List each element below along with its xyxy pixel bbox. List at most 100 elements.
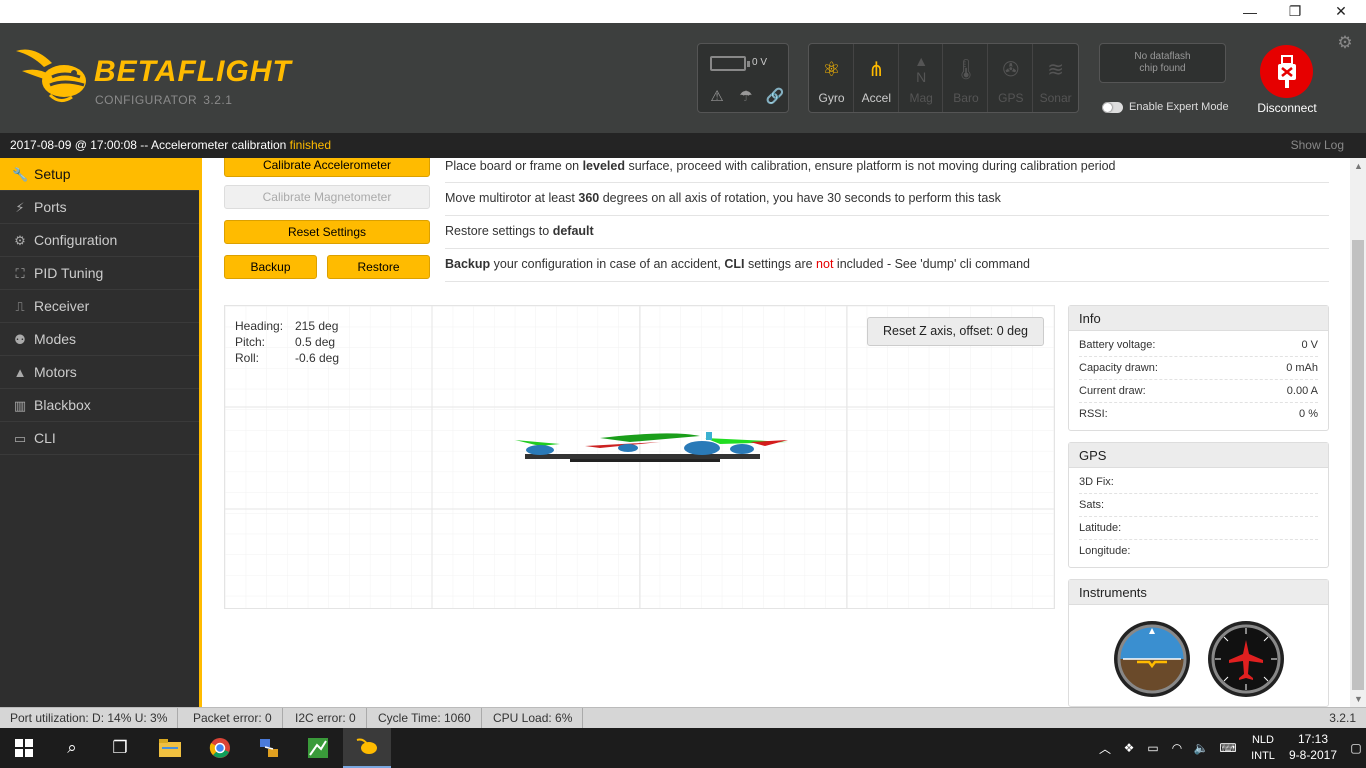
divider bbox=[445, 215, 1329, 216]
tray-chevron-up-icon[interactable]: ︿ bbox=[1096, 728, 1114, 768]
close-button[interactable]: ✕ bbox=[1318, 0, 1364, 23]
backup-description: Backup your configuration in case of an … bbox=[445, 257, 1030, 271]
usb-plug-icon bbox=[1277, 54, 1296, 88]
disconnect-button[interactable] bbox=[1260, 45, 1313, 98]
reset-z-axis-button[interactable]: Reset Z axis, offset: 0 deg bbox=[867, 317, 1044, 346]
sensor-mag: ▲ N Mag bbox=[899, 44, 944, 112]
scroll-up-icon[interactable]: ▲ bbox=[1354, 161, 1363, 171]
tray-battery-icon[interactable]: ▭ bbox=[1142, 728, 1164, 768]
divider bbox=[445, 281, 1329, 282]
calibrate-accelerometer-button[interactable]: Calibrate Accelerometer bbox=[224, 158, 430, 177]
cpu-load: CPU Load: 6% bbox=[483, 708, 584, 728]
task-view-icon[interactable]: ❐ bbox=[96, 728, 144, 768]
info-row: Current draw: 0.00 A bbox=[1079, 380, 1318, 403]
maps-app-icon[interactable] bbox=[294, 728, 342, 768]
restore-button[interactable]: ❐ bbox=[1272, 0, 1318, 23]
disconnect-label[interactable]: Disconnect bbox=[1247, 101, 1327, 115]
sidebar-item-blackbox[interactable]: ▥ Blackbox bbox=[0, 389, 199, 422]
sidebar-item-cli[interactable]: ▭ CLI bbox=[0, 422, 199, 455]
windows-start-icon[interactable] bbox=[0, 728, 48, 768]
failsafe-parachute-icon: ☂ bbox=[739, 88, 753, 105]
sonar-icon: ≋ bbox=[1047, 58, 1065, 81]
sidebar-item-modes[interactable]: ⚉ Modes bbox=[0, 323, 199, 356]
bee-logo-icon bbox=[16, 49, 86, 102]
info-panel: Info Battery voltage: 0 V Capacity drawn:… bbox=[1068, 305, 1329, 431]
sidebar-item-configuration[interactable]: ⚙ Configuration bbox=[0, 224, 199, 257]
info-row: Capacity drawn: 0 mAh bbox=[1079, 357, 1318, 380]
attitude-readout: Heading: 215 deg Pitch: 0.5 deg Roll: -0.6 … bbox=[235, 319, 340, 365]
tray-dropbox-icon[interactable]: ❖ bbox=[1118, 728, 1140, 768]
sidebar-item-pid-tuning[interactable]: ⛶ PID Tuning bbox=[0, 257, 199, 290]
mag-icon: ▲ N bbox=[914, 53, 929, 85]
expert-mode-toggle[interactable]: Enable Expert Mode bbox=[1102, 100, 1229, 114]
settings-gear-icon[interactable]: ⚙ bbox=[1335, 33, 1355, 53]
sidebar-item-motors[interactable]: ▲ Motors bbox=[0, 356, 199, 389]
heading-indicator-icon bbox=[1208, 621, 1284, 697]
quadcopter-model bbox=[515, 432, 788, 462]
i2c-error: I2C error: 0 bbox=[285, 708, 367, 728]
sensor-status: ⚛ Gyro ⋔ Accel ▲ N Mag 🌡 Baro ✇ GPS ≋ Son… bbox=[808, 43, 1079, 113]
sensor-baro: 🌡 Baro bbox=[943, 44, 989, 112]
scroll-thumb[interactable] bbox=[1352, 240, 1364, 690]
action-center-icon[interactable]: ▢ bbox=[1346, 728, 1366, 768]
app-version: 3.2.1 bbox=[203, 93, 233, 107]
file-explorer-icon[interactable] bbox=[146, 728, 194, 768]
cycle-time: Cycle Time: 1060 bbox=[368, 708, 482, 728]
calibrate-magnetometer-button[interactable]: Calibrate Magnetometer bbox=[224, 185, 430, 209]
accel-icon: ⋔ bbox=[867, 58, 885, 81]
app-name: BETAFLIGHT bbox=[94, 55, 292, 88]
link-icon: 🔗 bbox=[765, 88, 785, 105]
show-log-link[interactable]: Show Log bbox=[1291, 133, 1344, 158]
gps-row: Longitude: bbox=[1079, 545, 1131, 557]
minimize-button[interactable]: — bbox=[1227, 0, 1273, 23]
scroll-down-icon[interactable]: ▼ bbox=[1354, 694, 1363, 704]
terminal-icon: ▭ bbox=[13, 430, 27, 446]
info-row: Battery voltage: 0 V bbox=[1079, 334, 1318, 357]
instruments-panel: Instruments bbox=[1068, 579, 1329, 707]
battery-status: 0 V ⚠ ☂ 🔗 bbox=[697, 43, 789, 113]
log-status: finished bbox=[289, 138, 332, 152]
tray-wifi-icon[interactable]: ◠ bbox=[1166, 728, 1188, 768]
info-panel-title: Info bbox=[1069, 306, 1328, 331]
taskbar-clock[interactable]: 17:13 9-8-2017 bbox=[1283, 731, 1343, 763]
sensor-gps: ✇ GPS bbox=[988, 44, 1034, 112]
calibrate-mag-description: Move multirotor at least 360 degrees on … bbox=[445, 191, 1001, 205]
input-language[interactable]: NLD INTL bbox=[1246, 732, 1280, 764]
instruments-panel-title: Instruments bbox=[1069, 580, 1328, 605]
search-icon[interactable]: ⌕ bbox=[48, 728, 96, 768]
heading-value: 215 deg bbox=[295, 319, 339, 333]
backup-button[interactable]: Backup bbox=[224, 255, 317, 279]
reset-settings-button[interactable]: Reset Settings bbox=[224, 220, 430, 244]
clock-time: 17:13 bbox=[1297, 732, 1329, 746]
log-message: 2017-08-09 @ 17:00:08 -- Accelerometer c… bbox=[10, 138, 290, 152]
gps-icon: ✇ bbox=[1002, 58, 1020, 81]
packet-error: Packet error: 0 bbox=[183, 708, 283, 728]
wrench-icon: 🔧 bbox=[12, 166, 29, 182]
gps-panel: GPS 3D Fix: Sats: Latitude: Longitude: bbox=[1068, 442, 1329, 568]
chrome-icon[interactable] bbox=[196, 728, 244, 768]
sidebar: 🔧 Setup ⚡ Ports ⚙ Configuration ⛶ PID Tuning… bbox=[0, 158, 202, 707]
blackbox-icon: ▥ bbox=[13, 397, 27, 413]
reset-settings-description: Restore settings to default bbox=[445, 224, 594, 238]
divider bbox=[445, 248, 1329, 249]
log-bar: 2017-08-09 @ 17:00:08 -- Accelerometer c… bbox=[0, 133, 1366, 158]
tray-volume-icon[interactable]: 🔈 bbox=[1190, 728, 1212, 768]
model-3d-view[interactable]: Heading: 215 deg Pitch: 0.5 deg Roll: -0.6 … bbox=[224, 305, 1055, 609]
pitch-value: 0.5 deg bbox=[295, 335, 336, 349]
sidebar-item-ports[interactable]: ⚡ Ports bbox=[0, 191, 199, 224]
vertical-scrollbar[interactable]: ▲ ▼ bbox=[1350, 158, 1366, 707]
sidebar-item-receiver[interactable]: ⎍ Receiver bbox=[0, 290, 199, 323]
betaflight-taskbar-icon[interactable] bbox=[343, 728, 391, 768]
warning-icon: ⚠ bbox=[710, 88, 724, 105]
gps-row: 3D Fix: bbox=[1079, 471, 1318, 494]
battery-icon bbox=[710, 56, 750, 71]
gps-row: Latitude: bbox=[1079, 517, 1318, 540]
toggle-switch[interactable] bbox=[1102, 101, 1123, 113]
restore-button[interactable]: Restore bbox=[327, 255, 430, 279]
tray-keyboard-icon[interactable]: ⌨ bbox=[1215, 728, 1241, 768]
sidebar-item-setup[interactable]: 🔧 Setup bbox=[0, 158, 199, 191]
port-utilization: Port utilization: D: 14% U: 3% bbox=[0, 708, 179, 728]
status-bar: Port utilization: D: 14% U: 3% Packet er… bbox=[0, 707, 1366, 728]
app-header: BETAFLIGHT CONFIGURATOR 3.2.1 0 V ⚠ ☂ 🔗 ⚛… bbox=[0, 23, 1366, 133]
network-app-icon[interactable] bbox=[245, 728, 293, 768]
